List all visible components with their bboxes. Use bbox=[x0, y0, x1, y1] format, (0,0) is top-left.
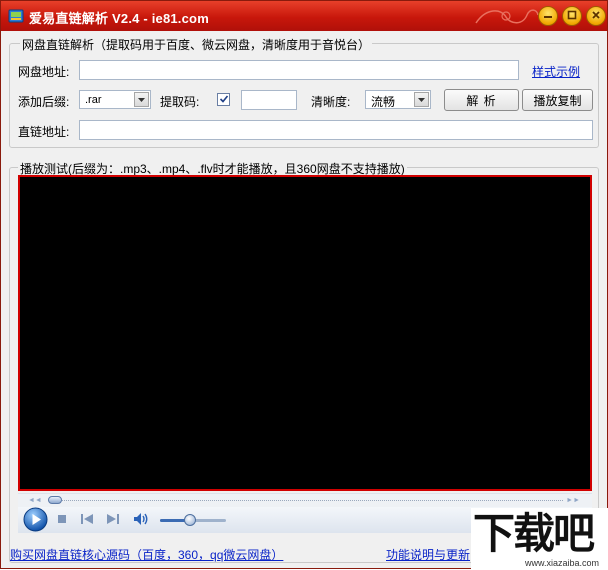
window-title: 爱易直链解析 V2.4 - ie81.com bbox=[29, 11, 209, 26]
app-window: 爱易直链解析 V2.4 - ie81.com 网盘直链解析（提取码用于百度、微云… bbox=[0, 0, 608, 570]
seek-back-icon: ◄◄ bbox=[28, 497, 42, 504]
watermark: 下载吧 www.xiazaiba.com bbox=[471, 508, 608, 570]
volume-thumb[interactable] bbox=[183, 514, 196, 526]
suffix-label: 添加后缀: bbox=[18, 95, 70, 109]
chevron-down-icon[interactable] bbox=[134, 92, 149, 107]
style-example-link[interactable]: 样式示例 bbox=[532, 63, 580, 80]
disk-url-label: 网盘地址: bbox=[18, 65, 70, 79]
suffix-select-value: .rar bbox=[85, 94, 102, 106]
buy-source-link[interactable]: 购买网盘直链核心源码（百度，360，qq微云网盘） bbox=[10, 546, 283, 563]
help-update-link[interactable]: 功能说明与更新 bbox=[386, 546, 470, 563]
maximize-icon bbox=[567, 9, 577, 23]
seek-thumb[interactable] bbox=[48, 496, 62, 504]
title-bar[interactable]: 爱易直链解析 V2.4 - ie81.com bbox=[1, 1, 607, 31]
checkmark-icon bbox=[219, 93, 229, 107]
seek-bar[interactable]: ◄◄ ►► bbox=[18, 493, 592, 507]
play-copy-button[interactable]: 播放复制 bbox=[522, 89, 593, 111]
skip-forward-icon bbox=[107, 513, 119, 527]
play-button[interactable] bbox=[23, 507, 48, 535]
direct-url-input[interactable] bbox=[79, 120, 593, 140]
skip-back-icon bbox=[81, 513, 93, 527]
parse-group-legend: 网盘直链解析（提取码用于百度、微云网盘，清晰度用于音悦台） bbox=[20, 36, 373, 53]
stop-icon bbox=[57, 513, 67, 527]
seek-forward-icon: ►► bbox=[566, 497, 580, 504]
clarity-select-value: 流畅 bbox=[371, 95, 396, 109]
speaker-icon bbox=[133, 512, 149, 529]
mute-button[interactable] bbox=[132, 512, 150, 528]
close-icon bbox=[591, 9, 601, 23]
video-display[interactable] bbox=[18, 175, 592, 491]
minimize-icon bbox=[543, 9, 553, 23]
watermark-site: www.xiazaiba.com bbox=[525, 558, 600, 568]
disk-url-input[interactable] bbox=[79, 60, 519, 80]
parse-button[interactable]: 解 析 bbox=[444, 89, 519, 111]
next-button[interactable] bbox=[106, 514, 120, 526]
clarity-select[interactable]: 流畅 bbox=[365, 90, 431, 109]
watermark-brand: 下载吧 bbox=[473, 509, 595, 558]
extract-code-input[interactable] bbox=[241, 90, 297, 110]
chevron-down-icon[interactable] bbox=[414, 92, 429, 107]
direct-url-label: 直链地址: bbox=[18, 125, 70, 139]
maximize-button[interactable] bbox=[562, 6, 582, 26]
suffix-select[interactable]: .rar bbox=[79, 90, 151, 109]
seek-track[interactable] bbox=[48, 500, 563, 501]
play-icon bbox=[23, 507, 48, 535]
extract-code-checkbox[interactable] bbox=[217, 93, 230, 106]
app-logo-icon bbox=[8, 8, 24, 24]
extract-code-label: 提取码: bbox=[160, 95, 200, 109]
clarity-label: 清晰度: bbox=[311, 95, 351, 109]
close-button[interactable] bbox=[586, 6, 606, 26]
minimize-button[interactable] bbox=[538, 6, 558, 26]
title-ornament-icon bbox=[475, 9, 539, 24]
stop-button[interactable] bbox=[56, 514, 68, 526]
previous-button[interactable] bbox=[80, 514, 94, 526]
